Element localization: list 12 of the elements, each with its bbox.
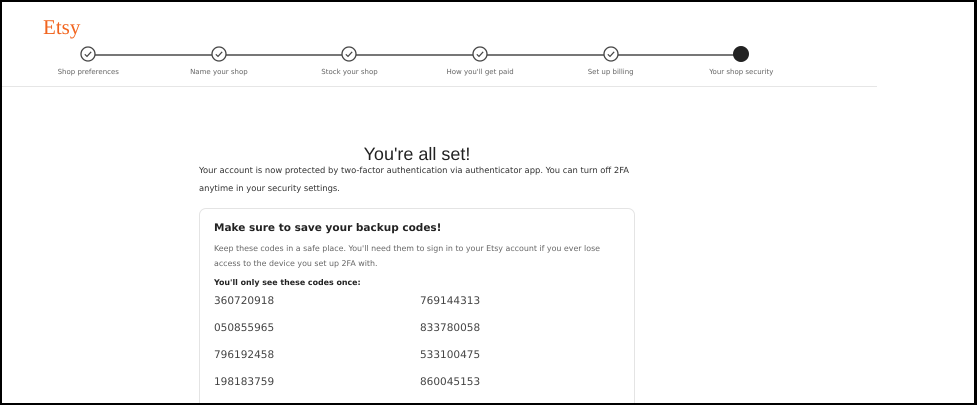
card-heading: Make sure to save your backup codes! [214, 221, 442, 236]
backup-code: 050855965 [214, 321, 274, 336]
backup-code: 796192458 [214, 348, 274, 363]
backup-code: 533100475 [420, 348, 480, 363]
backup-code: 769144313 [420, 294, 480, 309]
backup-code: 860045153 [420, 375, 480, 390]
page-title: You're all set! [364, 143, 470, 165]
backup-code: 198183759 [214, 375, 274, 390]
confirmation-message: Your account is now protected by two-factor authentication via authenticator app. You can turn off 2FA anytime in your security settings. [199, 164, 630, 195]
backup-code: 360720918 [214, 294, 274, 309]
etsy-logo[interactable]: Etsy [43, 15, 80, 39]
backup-code: 833780058 [420, 321, 480, 336]
